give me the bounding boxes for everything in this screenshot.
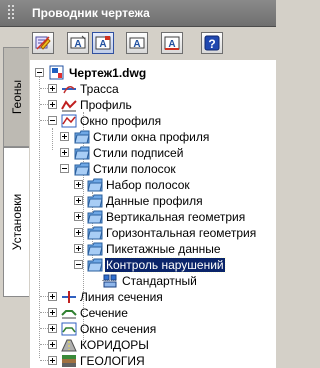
tree-label: Трасса (80, 82, 119, 96)
tree-label: Стили окна профиля (93, 130, 210, 144)
tree-label-selected: Контроль нарушений (104, 257, 226, 273)
band-style-icon (103, 274, 117, 288)
drawing-file-icon (49, 65, 64, 80)
style-a-icon: A (70, 35, 86, 50)
style-folder-icon (87, 178, 103, 192)
style-folder-icon (87, 226, 103, 240)
style-folder-icon (87, 194, 103, 208)
side-tabs: Геоны Установки (0, 27, 30, 368)
help-button[interactable]: ? (201, 32, 223, 54)
svg-text:?: ? (208, 37, 215, 51)
tree-label: Окно профиля (80, 114, 162, 128)
help-icon: ? (204, 35, 220, 51)
tree-label: ГЕОЛОГИЯ (80, 354, 145, 368)
expand-icon[interactable] (48, 340, 57, 349)
collapse-icon[interactable] (74, 260, 83, 269)
svg-text:A: A (99, 39, 106, 50)
label-a-red-icon: A (164, 36, 180, 50)
expand-icon[interactable] (74, 228, 83, 237)
tree-label: Стили подписей (93, 146, 184, 160)
expand-icon[interactable] (74, 244, 83, 253)
profile-icon (61, 100, 77, 112)
tab-geony-label: Геоны (9, 79, 24, 115)
tab-ustanovki[interactable]: Установки (3, 147, 29, 297)
tree-root-label: Чертеж1.dwg (69, 66, 147, 80)
style-a-active-icon: A (95, 36, 111, 50)
profile-view-icon (61, 114, 77, 128)
style-folder-open-icon (87, 258, 103, 272)
expand-icon[interactable] (48, 100, 57, 109)
edit-settings-button[interactable] (32, 32, 54, 54)
geology-icon (62, 355, 76, 367)
tree-label: Данные профиля (106, 194, 203, 208)
label-a-button[interactable]: A (126, 32, 148, 54)
expand-icon[interactable] (48, 292, 57, 301)
tree-label: Окно сечения (80, 322, 157, 336)
tree-label: Горизонтальная геометрия (106, 226, 257, 240)
section-view-icon (61, 322, 77, 336)
tree-label: Профиль (80, 98, 132, 112)
panel-title: Проводник чертежа (32, 6, 150, 20)
collapse-icon[interactable] (48, 116, 57, 125)
expand-icon[interactable] (48, 324, 57, 333)
style-folder-open-icon (74, 162, 90, 176)
sample-line-icon (62, 291, 76, 303)
tree-label: Стили полосок (93, 162, 176, 176)
alignment-icon (62, 86, 76, 94)
collapse-icon[interactable] (60, 164, 69, 173)
drawing-tree[interactable]: Чертеж1.dwg Трасса Профиль Окно профиля (30, 60, 276, 368)
panel-title-bar[interactable]: Проводник чертежа (0, 0, 276, 27)
tree-label: Пикетажные данные (106, 242, 221, 256)
expand-icon[interactable] (74, 180, 83, 189)
collapse-icon[interactable] (35, 68, 44, 77)
label-a-icon: A (129, 37, 145, 50)
style-folder-icon (74, 130, 90, 144)
expand-icon[interactable] (48, 308, 57, 317)
tree-label: Стандартный (122, 274, 197, 288)
tree-label: Линия сечения (80, 290, 163, 304)
grip-icon[interactable] (8, 5, 20, 21)
expand-icon[interactable] (60, 132, 69, 141)
style-a-button[interactable]: A (67, 32, 89, 54)
label-a-red-button[interactable]: A (161, 32, 183, 54)
tab-ustanovki-label: Установки (9, 193, 24, 251)
expand-icon[interactable] (48, 356, 57, 365)
tree-label: КОРИДОРЫ (80, 338, 149, 352)
edit-settings-icon (35, 36, 51, 50)
style-a-active-button[interactable]: A (92, 32, 114, 54)
svg-text:A: A (74, 39, 81, 50)
style-folder-icon (87, 210, 103, 224)
svg-text:A: A (133, 39, 140, 50)
expand-icon[interactable] (48, 84, 57, 93)
toolbar: A A A A ? (30, 28, 276, 58)
expand-icon[interactable] (74, 212, 83, 221)
style-folder-icon (87, 242, 103, 256)
tree-label: Вертикальная геометрия (106, 210, 246, 224)
tab-geony[interactable]: Геоны (3, 47, 29, 147)
style-folder-icon (74, 146, 90, 160)
expand-icon[interactable] (74, 196, 83, 205)
corridor-icon (61, 339, 77, 352)
tree-label: Сечение (80, 306, 128, 320)
expand-icon[interactable] (60, 148, 69, 157)
tree-label: Набор полосок (106, 178, 190, 192)
section-icon (61, 310, 77, 319)
